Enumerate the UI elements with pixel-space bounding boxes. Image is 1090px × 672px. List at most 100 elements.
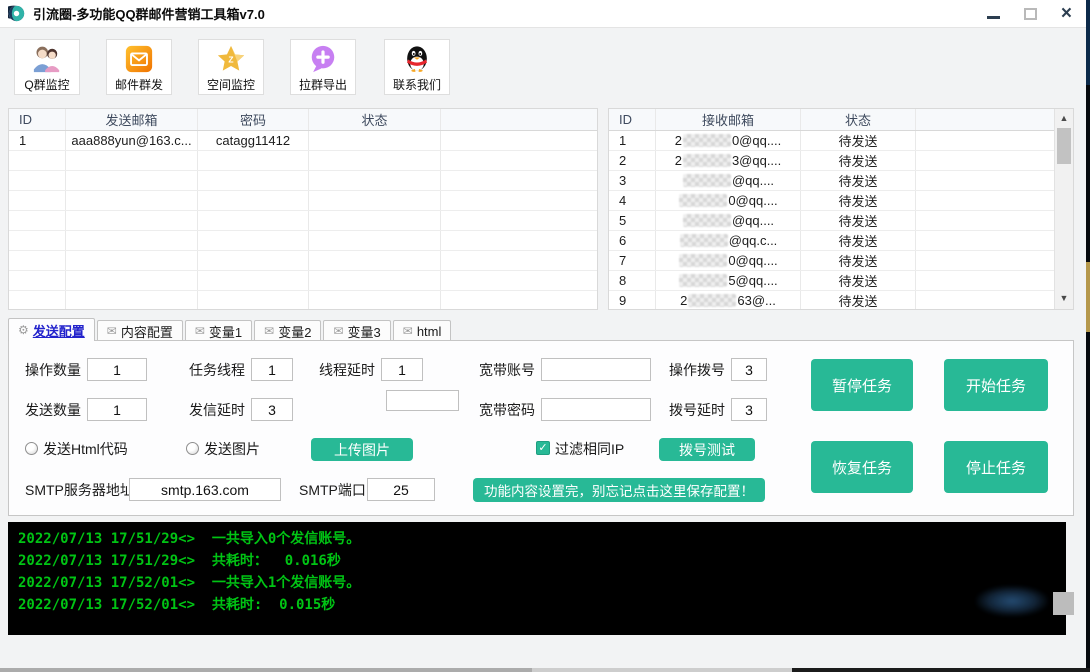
- group-monitor-icon: [32, 40, 62, 74]
- table-cell: [66, 231, 198, 250]
- op-count-input[interactable]: [87, 358, 147, 381]
- table-row[interactable]: 9263@...待发送: [609, 291, 1073, 310]
- scroll-up-icon[interactable]: ▲: [1055, 109, 1073, 126]
- tab-变量3[interactable]: ✉变量3: [323, 320, 390, 341]
- column-header: [916, 109, 1056, 130]
- table-cell: @qq.c...: [656, 231, 801, 250]
- tab-变量1[interactable]: ✉变量1: [185, 320, 252, 341]
- log-line: 2022/07/13 17/52/01<> 共耗时: 0.015秒: [18, 594, 1056, 616]
- table-row[interactable]: 1aaa888yun@163.c...catagg11412: [9, 131, 597, 151]
- op-dial-input[interactable]: [731, 358, 767, 381]
- table-cell: [198, 271, 309, 290]
- table-cell: [309, 211, 441, 230]
- envelope-icon: ✉: [333, 324, 343, 338]
- dial-delay-input[interactable]: [731, 398, 767, 421]
- table-cell: 待发送: [801, 271, 916, 290]
- start-task-button[interactable]: 开始任务: [944, 359, 1048, 411]
- table-cell: [66, 251, 198, 270]
- envelope-icon: ✉: [403, 324, 413, 338]
- filter-same-ip-label: 过滤相同IP: [555, 438, 624, 460]
- table-cell: 5: [609, 211, 656, 230]
- dial-test-button[interactable]: 拨号测试: [659, 438, 755, 461]
- table-cell: [441, 191, 597, 210]
- table-row[interactable]: 3@qq....待发送: [609, 171, 1073, 191]
- send-count-label: 发送数量: [25, 399, 81, 421]
- table-cell: [916, 251, 1056, 270]
- thread-delay-input[interactable]: [381, 358, 423, 381]
- toolbar-button-5[interactable]: 联系我们: [384, 39, 450, 95]
- tab-内容配置[interactable]: ✉内容配置: [97, 320, 183, 341]
- send-image-radio[interactable]: [186, 442, 199, 455]
- maximize-button[interactable]: [1024, 8, 1037, 20]
- toolbar-button-4[interactable]: 拉群导出: [290, 39, 356, 95]
- receiver-table-scrollbar[interactable]: ▲▼: [1054, 109, 1073, 309]
- table-row[interactable]: [9, 291, 597, 310]
- save-config-button[interactable]: 功能内容设置完，别忘记点击这里保存配置！: [473, 478, 765, 502]
- table-cell: 1: [9, 131, 66, 150]
- broadband-account-input[interactable]: [541, 358, 651, 381]
- email-suffix: 63@...: [737, 293, 776, 308]
- task-threads-input[interactable]: [251, 358, 293, 381]
- table-cell: [916, 271, 1056, 290]
- filter-same-ip-checkbox[interactable]: ✓: [536, 441, 550, 455]
- send-delay-input[interactable]: [251, 398, 293, 421]
- stop-task-button[interactable]: 停止任务: [944, 441, 1048, 493]
- extra-unlabeled-input[interactable]: [386, 390, 459, 411]
- table-cell: [9, 251, 66, 270]
- email-prefix: 2: [675, 133, 682, 148]
- dial-delay-label: 拨号延时: [669, 399, 725, 421]
- table-row[interactable]: 6@qq.c...待发送: [609, 231, 1073, 251]
- table-cell: 3: [609, 171, 656, 190]
- upload-image-button[interactable]: 上传图片: [311, 438, 413, 461]
- column-header: 密码: [198, 109, 309, 130]
- table-cell: [916, 171, 1056, 190]
- table-row[interactable]: 70@qq....待发送: [609, 251, 1073, 271]
- send-count-input[interactable]: [87, 398, 147, 421]
- table-row[interactable]: [9, 211, 597, 231]
- toolbar-button-1[interactable]: Q群监控: [14, 39, 80, 95]
- column-header: 发送邮箱: [66, 109, 198, 130]
- table-cell: @qq....: [656, 211, 801, 230]
- qzone-star-icon: Z: [216, 40, 246, 74]
- table-row[interactable]: [9, 251, 597, 271]
- close-button[interactable]: ×: [1061, 4, 1072, 24]
- redacted-email-blur: [683, 174, 731, 187]
- table-cell: [66, 211, 198, 230]
- table-cell: 8: [609, 271, 656, 290]
- log-output[interactable]: 2022/07/13 17/51/29<> 一共导入0个发信账号。2022/07…: [8, 522, 1066, 635]
- table-cell: 待发送: [801, 131, 916, 150]
- smtp-port-input[interactable]: [367, 478, 435, 501]
- table-row[interactable]: [9, 271, 597, 291]
- envelope-icon: ✉: [264, 324, 274, 338]
- table-cell: [9, 271, 66, 290]
- send-html-radio[interactable]: [25, 442, 38, 455]
- minimize-button[interactable]: [987, 16, 1000, 19]
- broadband-password-input[interactable]: [541, 398, 651, 421]
- scrollbar-thumb[interactable]: [1057, 128, 1071, 164]
- table-row[interactable]: [9, 151, 597, 171]
- table-row[interactable]: [9, 171, 597, 191]
- resume-task-button[interactable]: 恢复任务: [811, 441, 913, 493]
- table-row[interactable]: [9, 191, 597, 211]
- tab-发送配置[interactable]: ⚙发送配置: [8, 318, 95, 341]
- table-row[interactable]: 223@qq....待发送: [609, 151, 1073, 171]
- table-row[interactable]: 85@qq....待发送: [609, 271, 1073, 291]
- table-row[interactable]: 40@qq....待发送: [609, 191, 1073, 211]
- table-row[interactable]: [9, 231, 597, 251]
- smtp-port-label: SMTP端口: [299, 479, 366, 501]
- receiver-email-table: ID接收邮箱状态120@qq....待发送223@qq....待发送3@qq..…: [608, 108, 1074, 310]
- toolbar-button-3[interactable]: Z空间监控: [198, 39, 264, 95]
- toolbar-button-2[interactable]: 邮件群发: [106, 39, 172, 95]
- smtp-server-input[interactable]: [129, 478, 281, 501]
- tab-变量2[interactable]: ✉变量2: [254, 320, 321, 341]
- scroll-down-icon[interactable]: ▼: [1055, 289, 1073, 306]
- table-cell: [441, 291, 597, 310]
- table-row[interactable]: 120@qq....待发送: [609, 131, 1073, 151]
- tab-label: 发送配置: [33, 321, 85, 340]
- tab-html[interactable]: ✉html: [393, 320, 452, 341]
- sender-email-table: ID发送邮箱密码状态1aaa888yun@163.c...catagg11412: [8, 108, 598, 310]
- pause-task-button[interactable]: 暂停任务: [811, 359, 913, 411]
- table-cell: [309, 131, 441, 150]
- table-row[interactable]: 5@qq....待发送: [609, 211, 1073, 231]
- scrollbar-artifact: [1053, 592, 1074, 615]
